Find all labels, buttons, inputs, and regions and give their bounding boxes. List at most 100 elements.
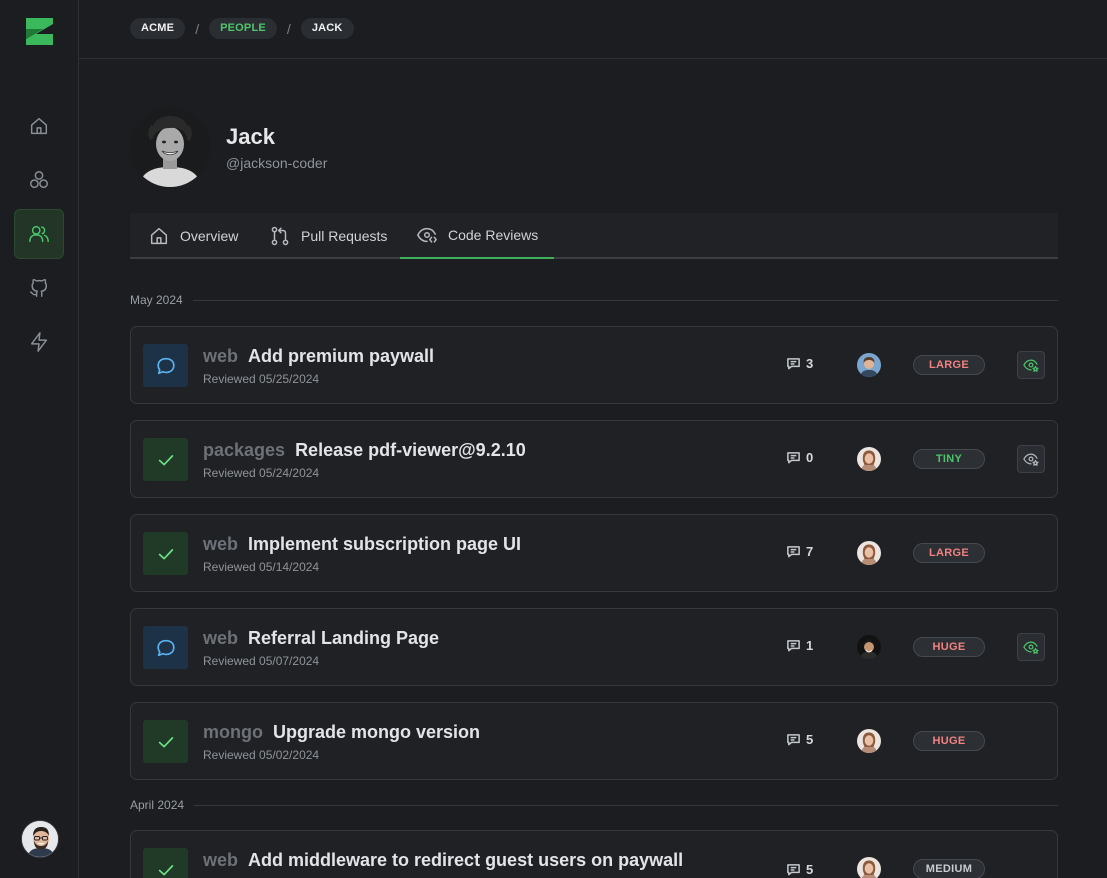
- author-avatar[interactable]: [857, 447, 881, 471]
- pr-title[interactable]: Add middleware to redirect guest users o…: [248, 850, 683, 871]
- breadcrumb-acme[interactable]: ACME: [130, 18, 186, 39]
- comment-icon: [787, 452, 800, 464]
- repo-name: web: [203, 534, 239, 554]
- comment-bubble-icon: [156, 357, 175, 374]
- github-icon: [30, 278, 48, 297]
- comment-count-value: 5: [806, 862, 814, 877]
- user-avatar-image: [22, 821, 58, 857]
- review-card[interactable]: web Implement subscription page UI Revie…: [130, 514, 1058, 592]
- author-avatar[interactable]: [857, 857, 881, 878]
- teams-icon: [30, 171, 48, 189]
- pr-title[interactable]: Implement subscription page UI: [248, 534, 521, 555]
- breadcrumb-people[interactable]: PEOPLE: [209, 18, 277, 39]
- month-divider: May 2024: [130, 293, 1058, 307]
- repo-name: web: [203, 850, 239, 870]
- tab-label: Code Reviews: [448, 227, 539, 243]
- check-icon: [158, 548, 173, 559]
- repo-name: mongo: [203, 722, 263, 742]
- profile-avatar: [130, 107, 210, 187]
- review-status-approved: [143, 848, 188, 878]
- comment-count: 5: [786, 862, 813, 877]
- month-divider: April 2024: [130, 798, 1058, 812]
- review-status-approved: [143, 532, 188, 575]
- breadcrumb-separator: /: [195, 20, 200, 37]
- eye-star-icon: [1023, 641, 1039, 654]
- author-avatar[interactable]: [857, 729, 881, 753]
- pr-title[interactable]: Add premium paywall: [248, 346, 434, 367]
- review-card[interactable]: web Referral Landing Page Reviewed 05/07…: [130, 608, 1058, 686]
- git-pull-request-icon: [271, 226, 289, 246]
- profile-photo: [130, 107, 210, 187]
- reviewed-date: Reviewed 05/07/2024: [203, 654, 320, 668]
- current-user-avatar[interactable]: [21, 820, 59, 858]
- pr-title[interactable]: Upgrade mongo version: [273, 722, 480, 743]
- repo-name: web: [203, 628, 239, 648]
- profile-tabs: Overview Pull Requests Code Reviews: [130, 213, 1058, 259]
- comment-icon: [787, 864, 800, 876]
- size-badge: LARGE: [913, 543, 985, 563]
- pr-title[interactable]: Release pdf-viewer@9.2.10: [295, 440, 526, 461]
- top-bar: ACME / PEOPLE / JACK: [79, 0, 1107, 59]
- breadcrumb: ACME / PEOPLE / JACK: [130, 18, 354, 39]
- breadcrumb-jack[interactable]: JACK: [300, 18, 354, 39]
- author-avatar[interactable]: [857, 635, 881, 659]
- comment-count-value: 1: [806, 638, 814, 653]
- tab-pull-requests[interactable]: Pull Requests: [269, 213, 387, 259]
- sidebar-item-home[interactable]: [14, 101, 64, 151]
- tab-label: Pull Requests: [301, 228, 388, 244]
- logo-icon[interactable]: [24, 16, 55, 47]
- reviewed-date: Reviewed 05/25/2024: [203, 372, 320, 386]
- sidebar: [0, 0, 79, 878]
- author-avatar[interactable]: [857, 541, 881, 565]
- comment-count: 7: [786, 544, 813, 559]
- size-badge: HUGE: [913, 731, 985, 751]
- comment-count-value: 3: [806, 356, 814, 371]
- breadcrumb-separator: /: [286, 20, 291, 37]
- review-status-commented: [143, 626, 188, 669]
- repo-name: web: [203, 346, 239, 366]
- watch-button[interactable]: [1017, 633, 1045, 661]
- size-badge: LARGE: [913, 355, 985, 375]
- repo-name: packages: [203, 440, 286, 460]
- review-card[interactable]: web Add premium paywall Reviewed 05/25/2…: [130, 326, 1058, 404]
- reviewed-date: Reviewed 05/14/2024: [203, 560, 320, 574]
- sidebar-item-teams[interactable]: [14, 155, 64, 205]
- people-icon: [29, 225, 49, 243]
- home-icon: [150, 227, 168, 245]
- comment-count-value: 0: [806, 450, 814, 465]
- review-status-commented: [143, 344, 188, 387]
- comment-count: 1: [786, 638, 813, 653]
- comment-bubble-icon: [156, 639, 175, 656]
- comment-icon: [787, 358, 800, 370]
- comment-icon: [787, 546, 800, 558]
- comment-count: 3: [786, 356, 813, 371]
- lightning-icon: [30, 332, 48, 352]
- pr-title[interactable]: Referral Landing Page: [248, 628, 439, 649]
- comment-icon: [787, 640, 800, 652]
- watch-button[interactable]: [1017, 351, 1045, 379]
- tab-overview[interactable]: Overview: [148, 213, 238, 259]
- sidebar-item-people[interactable]: [14, 209, 64, 259]
- check-icon: [158, 736, 173, 747]
- review-card[interactable]: web Add middleware to redirect guest use…: [130, 830, 1058, 878]
- comment-count: 0: [786, 450, 813, 465]
- reviewed-date: Reviewed 05/24/2024: [203, 466, 320, 480]
- review-card[interactable]: packages Release pdf-viewer@9.2.10 Revie…: [130, 420, 1058, 498]
- size-badge: TINY: [913, 449, 985, 469]
- watch-button[interactable]: [1017, 445, 1045, 473]
- comment-count-value: 5: [806, 732, 814, 747]
- eye-star-icon: [1023, 453, 1039, 466]
- profile-handle: @jackson-coder: [226, 155, 328, 171]
- tab-code-reviews[interactable]: Code Reviews: [400, 213, 555, 259]
- check-icon: [158, 454, 173, 465]
- reviewed-date: Reviewed 05/02/2024: [203, 748, 320, 762]
- sidebar-item-github[interactable]: [14, 263, 64, 313]
- month-label: April 2024: [130, 798, 185, 812]
- review-card[interactable]: mongo Upgrade mongo version Reviewed 05/…: [130, 702, 1058, 780]
- review-status-approved: [143, 438, 188, 481]
- size-badge: MEDIUM: [913, 859, 985, 878]
- review-status-approved: [143, 720, 188, 763]
- home-icon: [30, 117, 48, 135]
- sidebar-item-activity[interactable]: [14, 317, 64, 367]
- author-avatar[interactable]: [857, 353, 881, 377]
